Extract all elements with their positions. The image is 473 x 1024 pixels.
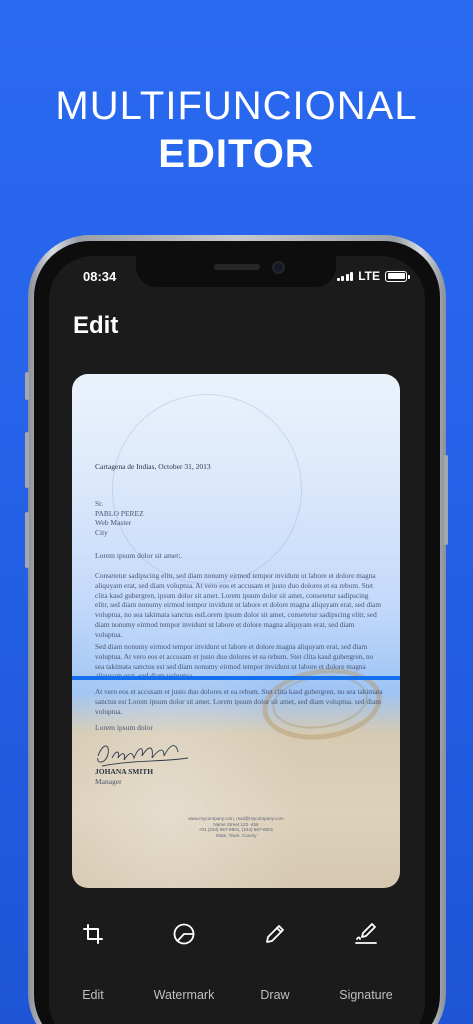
status-time: 08:34 [83, 269, 117, 284]
toolbar-label: Watermark [153, 988, 215, 1002]
pencil-icon [230, 918, 320, 950]
crop-icon [48, 918, 138, 950]
speaker [214, 264, 260, 270]
document-paragraph: Consetetur sadipscing elitr, sed diam no… [95, 571, 382, 639]
recipient-line: PABLO PEREZ [95, 508, 144, 518]
signature-icon [321, 918, 411, 950]
battery-icon [385, 270, 410, 282]
toolbar-watermark-button[interactable]: Watermark [139, 918, 229, 1002]
screen-title: Edit [73, 312, 119, 339]
headline-line-2: EDITOR [158, 132, 315, 176]
signer-name: JOHANA SMITH [95, 767, 154, 776]
recipient-line: City [95, 527, 108, 537]
document-recipient: Sr. PABLO PEREZ Web Master City [95, 499, 144, 537]
document-closing: Lorem ipsum dolor [95, 723, 153, 732]
headline: MULTIFUNCIONAL EDITOR [0, 82, 473, 178]
toolbar-signature-button[interactable]: Signature [321, 918, 411, 1002]
headline-line-1: MULTIFUNCIONAL [55, 84, 418, 128]
signal-icon [336, 271, 354, 281]
signer-role: Manager [95, 777, 122, 786]
footer-line: State, Town. County [215, 832, 257, 838]
document-greeting: Lorem ipsum dolor sit amet:. [95, 551, 183, 560]
document-footer: www.mycompany.com, mail@mycompany.com Na… [72, 816, 400, 838]
recipient-line: Web Master [95, 518, 132, 527]
toolbar-label: Signature [339, 988, 393, 1002]
watermark-icon [139, 918, 229, 950]
silent-switch [25, 372, 29, 400]
document-paragraph: At vero eos et accusam et justo duo dolo… [95, 687, 383, 716]
notch [136, 256, 336, 287]
toolbar-label: Draw [260, 988, 290, 1002]
volume-up-button [25, 432, 29, 488]
document-preview[interactable]: Cartagena de Indias, October 31, 2013 Sr… [72, 374, 400, 888]
document-date: Cartagena de Indias, October 31, 2013 [95, 462, 211, 471]
status-icons: LTE [336, 269, 410, 283]
front-camera [272, 261, 285, 274]
power-button [444, 455, 448, 545]
network-type: LTE [358, 269, 380, 283]
toolbar-label: Edit [82, 988, 104, 1002]
toolbar-edit-button[interactable]: Edit [48, 918, 138, 1002]
recipient-line: Sr. [95, 499, 104, 508]
handwritten-signature [97, 745, 189, 767]
volume-down-button [25, 512, 29, 568]
scan-line [72, 676, 400, 680]
toolbar-draw-button[interactable]: Draw [230, 918, 320, 1002]
